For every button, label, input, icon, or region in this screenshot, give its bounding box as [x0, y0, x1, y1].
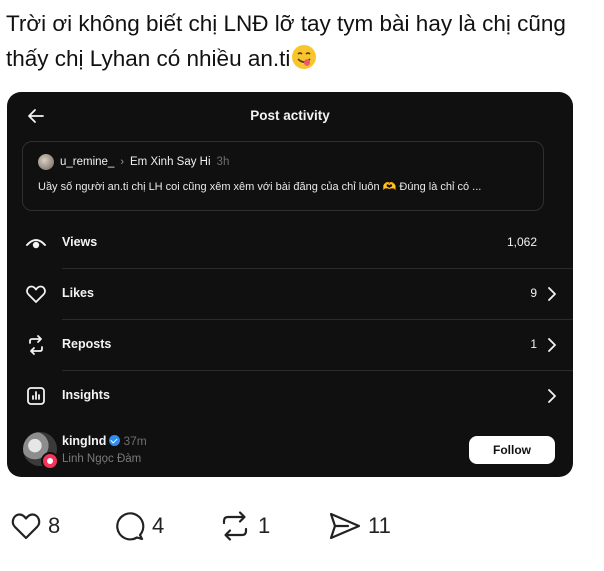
stat-row-likes[interactable]: Likes 9 — [7, 269, 573, 319]
stat-label: Views — [62, 235, 98, 249]
repost-count: 1 — [258, 513, 271, 538]
post-username[interactable]: u_remine_ — [60, 156, 114, 168]
chevron-right-icon — [548, 389, 556, 403]
repost-button[interactable]: 1 — [218, 508, 270, 544]
stat-label: Likes — [62, 286, 94, 300]
post-text-part1: Uầy số người an.ti chị LH coi cũng xêm x… — [38, 181, 380, 193]
post-actions: 8 4 1 11 — [0, 508, 604, 544]
post-time: 3h — [216, 156, 230, 168]
heart-hands-emoji-icon: 🫶 — [382, 181, 397, 193]
like-count: 8 — [48, 513, 61, 538]
share-count: 11 — [368, 513, 391, 538]
share-button[interactable]: 11 — [328, 508, 391, 544]
heart-icon — [11, 513, 41, 540]
avatar — [38, 154, 54, 170]
repost-icon — [29, 335, 43, 355]
post-text-part2: Đúng là chỉ có ... — [399, 181, 482, 193]
repost-icon — [222, 511, 248, 541]
stat-value: 1,062 — [506, 235, 537, 249]
eye-icon — [26, 239, 46, 249]
stat-row-views: Views 1,062 — [7, 218, 573, 268]
chevron-right-icon — [548, 338, 556, 352]
post-text: Uầy số người an.ti chị LH coi cũng xêm x… — [38, 180, 538, 193]
like-button[interactable]: 8 — [10, 508, 60, 544]
post-preview[interactable]: u_remine_ › Em Xinh Say Hi 3h Uầy số ngư… — [22, 141, 544, 211]
stat-label: Insights — [62, 388, 110, 402]
comment-icon — [116, 512, 145, 541]
comment-button[interactable]: 4 — [114, 508, 164, 544]
follower-name-line: kinglnd 37m — [62, 434, 147, 448]
header: Post activity — [7, 92, 573, 140]
stat-row-reposts[interactable]: Reposts 1 — [7, 320, 573, 370]
stat-row-insights[interactable]: Insights — [7, 371, 573, 421]
follower-time: 37m — [123, 434, 147, 448]
yum-face-emoji-icon — [291, 44, 317, 80]
send-icon — [329, 512, 361, 540]
stat-value: 9 — [530, 286, 537, 300]
stat-label: Reposts — [62, 337, 112, 351]
heart-icon — [26, 285, 46, 303]
caption-text: Trời ơi không biết chị LNĐ lỡ tay tym bà… — [6, 11, 566, 71]
insights-icon — [27, 387, 45, 405]
post-header: u_remine_ › Em Xinh Say Hi 3h — [38, 154, 229, 170]
chevron-right-icon: › — [120, 156, 125, 168]
post-activity-card: Post activity u_remine_ › Em Xinh Say Hi… — [7, 92, 573, 477]
follow-button[interactable]: Follow — [469, 436, 555, 464]
post-caption: Trời ơi không biết chị LNĐ lỡ tay tym bà… — [6, 6, 598, 80]
stat-value: 1 — [530, 337, 537, 351]
like-badge-icon — [41, 452, 59, 470]
comment-count: 4 — [152, 513, 165, 538]
verified-badge-icon — [109, 435, 121, 446]
follower-username[interactable]: kinglnd — [62, 434, 106, 448]
follower-full-name: Linh Ngọc Đàm — [62, 453, 142, 465]
page-title: Post activity — [250, 108, 330, 123]
reply-target[interactable]: Em Xinh Say Hi — [130, 156, 211, 168]
chevron-right-icon — [548, 287, 556, 301]
